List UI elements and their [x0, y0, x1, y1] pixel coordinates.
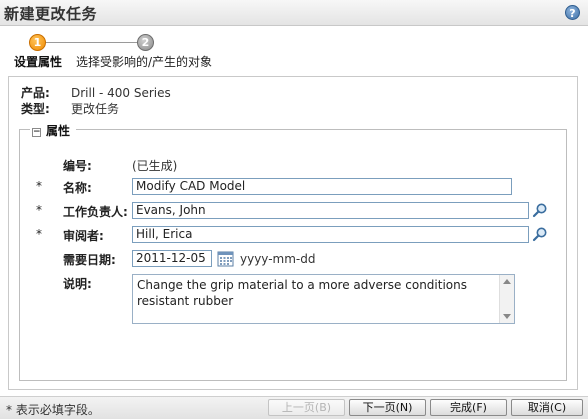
required-marker: *	[36, 179, 42, 193]
number-value: (已生成)	[132, 159, 178, 173]
scroll-up-arrow-icon[interactable]	[503, 279, 511, 284]
step-1-badge: 1	[29, 34, 46, 51]
search-icon[interactable]	[532, 226, 548, 242]
reviewer-label: 审阅者:	[63, 229, 104, 243]
description-textarea[interactable]: Change the grip material to a more adver…	[132, 274, 515, 324]
next-button[interactable]: 下一页(N)	[349, 399, 426, 416]
description-row: 说明: Change the grip material to a more a…	[20, 274, 568, 326]
need-date-input[interactable]: 2011-12-05	[132, 250, 212, 267]
step-connector-line	[46, 42, 138, 43]
assignee-label: 工作负责人:	[63, 205, 128, 219]
name-label: 名称:	[63, 181, 92, 195]
type-value: 更改任务	[71, 102, 120, 116]
date-format-hint: yyyy-mm-dd	[240, 252, 316, 266]
product-row: 产品: Drill - 400 Series	[21, 84, 171, 100]
dialog-title: 新建更改任务	[4, 5, 98, 23]
step-2-label[interactable]: 选择受影响的/产生的对象	[76, 53, 212, 70]
step-2-badge[interactable]: 2	[137, 34, 154, 51]
number-row: 编号: (已生成)	[20, 156, 568, 174]
name-row: * 名称: Modify CAD Model	[20, 178, 568, 196]
attributes-legend[interactable]: − 属性	[30, 122, 77, 139]
calendar-icon[interactable]	[217, 250, 234, 267]
type-label: 类型:	[21, 102, 50, 116]
required-marker: *	[36, 203, 42, 217]
need-date-row: 需要日期: 2011-12-05 yyyy-mm-dd	[20, 250, 568, 268]
required-field-note: * 表示必填字段。	[6, 403, 100, 417]
type-row: 类型: 更改任务	[21, 100, 119, 116]
title-bar: 新建更改任务 ?	[0, 0, 588, 26]
search-icon[interactable]	[532, 202, 548, 218]
prev-button[interactable]: 上一页(B)	[268, 399, 345, 416]
description-scrollbar[interactable]	[499, 275, 514, 323]
footer-bar: * 表示必填字段。 上一页(B) 下一页(N) 完成(F) 取消(C)	[0, 396, 588, 419]
attributes-section: − 属性 编号: (已生成) * 名称: Modify CAD Model * 工…	[19, 122, 568, 381]
need-date-label: 需要日期:	[63, 253, 116, 267]
product-label: 产品:	[21, 86, 50, 100]
product-value: Drill - 400 Series	[71, 86, 171, 100]
name-input[interactable]: Modify CAD Model	[132, 178, 512, 195]
required-marker: *	[36, 227, 42, 241]
step-1-label[interactable]: 设置属性	[14, 53, 62, 70]
assignee-input[interactable]: Evans, John	[132, 202, 529, 219]
cancel-button[interactable]: 取消(C)	[511, 399, 583, 416]
number-label: 编号:	[63, 159, 92, 173]
main-panel: 产品: Drill - 400 Series 类型: 更改任务 − 属性 编号: (已…	[8, 76, 578, 390]
assignee-row: * 工作负责人: Evans, John	[20, 202, 568, 220]
finish-button[interactable]: 完成(F)	[430, 399, 507, 416]
help-icon[interactable]: ?	[565, 5, 580, 20]
attributes-title: 属性	[46, 124, 71, 138]
description-label: 说明:	[63, 277, 92, 291]
scroll-down-arrow-icon[interactable]	[503, 314, 511, 319]
reviewer-row: * 审阅者: Hill, Erica	[20, 226, 568, 244]
collapse-icon[interactable]: −	[32, 128, 41, 137]
reviewer-input[interactable]: Hill, Erica	[132, 226, 529, 243]
wizard-steps: 1 2 设置属性 选择受影响的/产生的对象	[0, 30, 588, 74]
description-text: Change the grip material to a more adver…	[137, 278, 467, 308]
